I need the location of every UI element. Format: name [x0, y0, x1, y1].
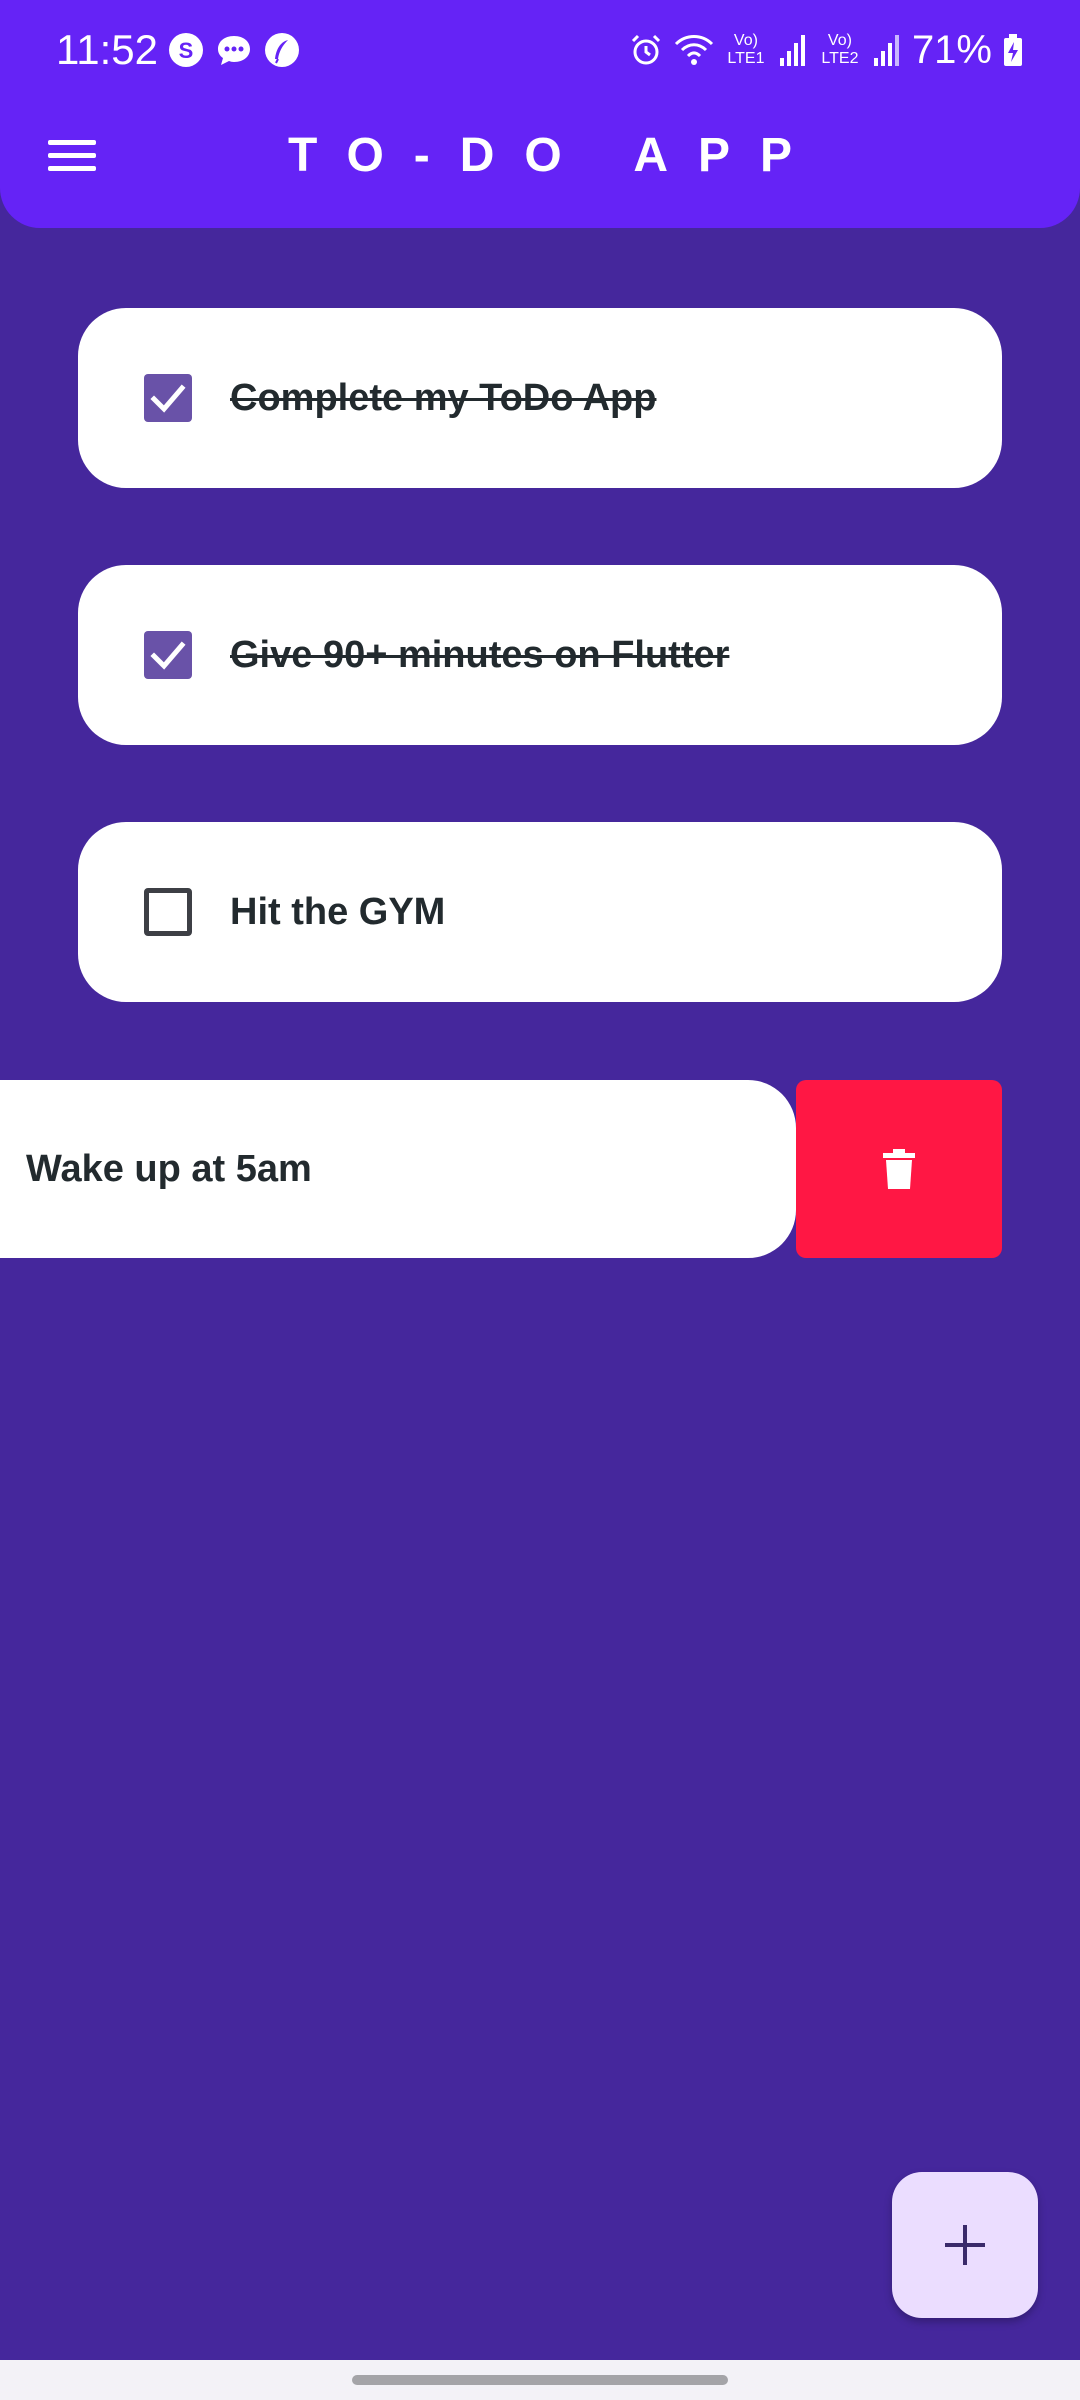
battery-charging-icon	[1002, 32, 1024, 68]
todo-text: Wake up at 5am	[26, 1147, 312, 1190]
gesture-handle[interactable]	[352, 2375, 728, 2385]
navigation-bar	[0, 2360, 1080, 2400]
notification-icons: S	[168, 32, 300, 68]
page-title: TO-DO APP	[287, 129, 823, 182]
todo-text: Complete my ToDo App	[230, 376, 657, 419]
svg-text:S: S	[179, 38, 194, 63]
todo-checkbox-unchecked[interactable]	[144, 888, 192, 936]
todo-checkbox-checked[interactable]	[144, 631, 192, 679]
sim1-label: Vo) LTE1	[727, 32, 765, 67]
messages-icon	[216, 32, 252, 68]
sim2-label: Vo) LTE2	[821, 32, 859, 67]
add-todo-button[interactable]	[892, 2172, 1038, 2318]
status-right-icons: Vo) LTE1 Vo) LTE2 71%	[628, 24, 1024, 76]
s-app-icon: S	[168, 32, 204, 68]
battery-percentage: 71%	[911, 28, 992, 72]
todo-checkbox-checked[interactable]	[144, 374, 192, 422]
signal-icon-sim1	[778, 32, 808, 68]
todo-item[interactable]: Complete my ToDo App	[78, 308, 1002, 488]
app-header: 11:52 S Vo) LTE1 Vo) LTE2 71% TO-DO APP	[0, 0, 1080, 228]
checkmark-icon	[150, 384, 186, 413]
signal-icon-sim2	[872, 32, 902, 68]
todo-item-swiped[interactable]: Wake up at 5am	[0, 1080, 796, 1258]
trash-icon	[883, 1149, 915, 1189]
todo-text: Hit the GYM	[230, 890, 446, 933]
alarm-icon	[628, 32, 664, 68]
checkmark-icon	[150, 641, 186, 670]
status-time: 11:52	[56, 26, 158, 73]
todo-item[interactable]: Give 90+ minutes on Flutter	[78, 565, 1002, 745]
wifi-icon	[674, 32, 714, 68]
feather-app-icon	[264, 32, 300, 68]
plus-icon	[945, 2225, 985, 2265]
status-bar: 11:52 S Vo) LTE1 Vo) LTE2 71%	[0, 0, 1080, 100]
todo-text: Give 90+ minutes on Flutter	[230, 633, 730, 676]
delete-button[interactable]	[796, 1080, 1002, 1258]
todo-item[interactable]: Hit the GYM	[78, 822, 1002, 1002]
